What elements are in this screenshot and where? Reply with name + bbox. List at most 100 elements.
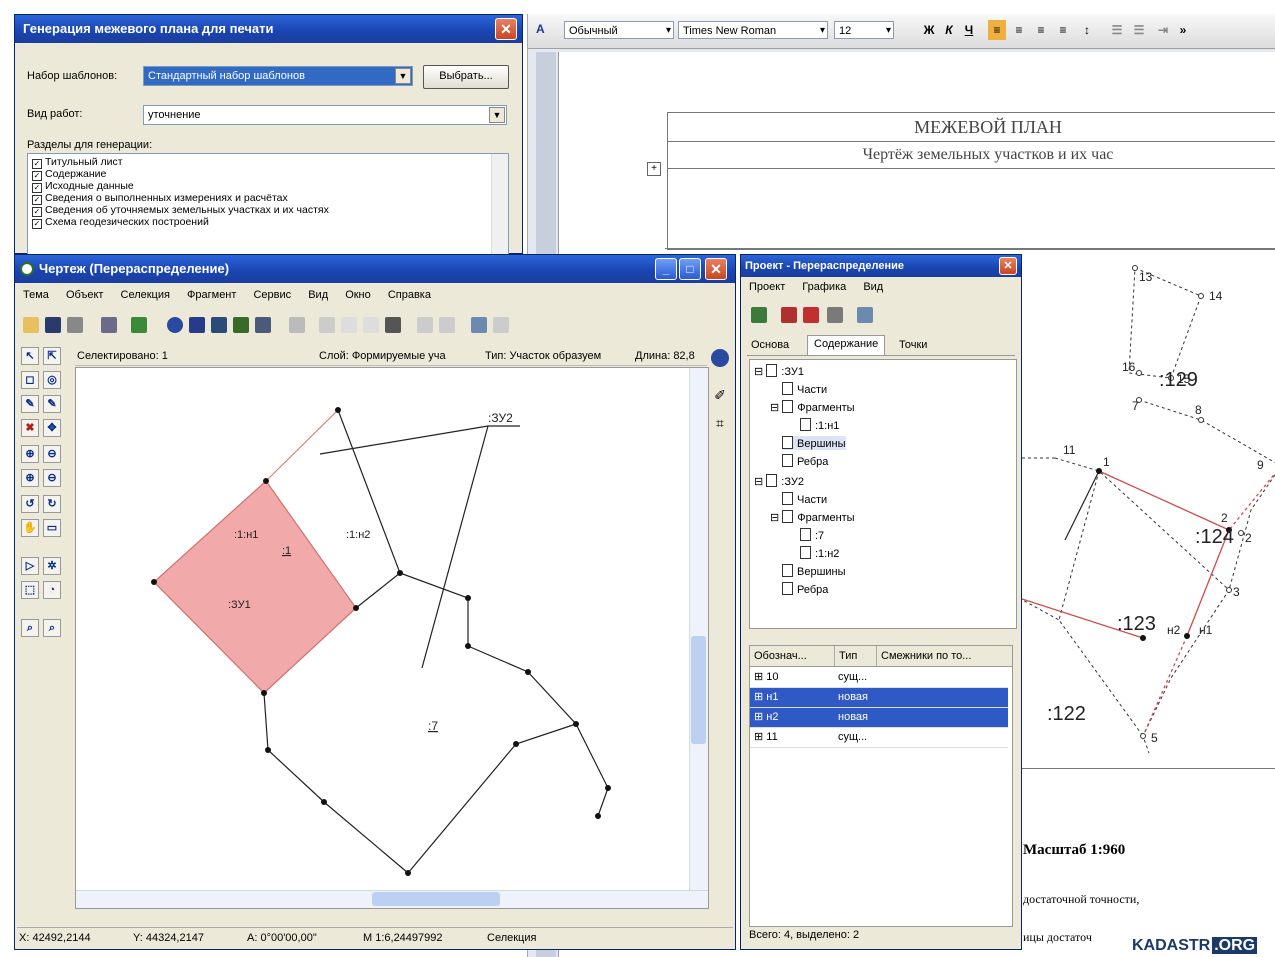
properties-icon[interactable] [101, 317, 117, 333]
more-icon[interactable]: » [1174, 20, 1192, 40]
align-right-icon[interactable]: ≡ [1032, 20, 1050, 40]
underline-button[interactable]: Ч [960, 20, 978, 40]
tree-item[interactable]: :1:н2 [800, 546, 839, 560]
font-select[interactable]: Times New Roman [678, 21, 828, 40]
search-layer-icon[interactable]: ⌕ [43, 619, 61, 637]
section-item[interactable]: ✓ Схема геодезических построений [32, 216, 209, 229]
styles-icon[interactable]: A [536, 22, 550, 38]
tree-item[interactable]: Ребра [782, 454, 828, 468]
maximize-icon[interactable]: □ [679, 258, 701, 280]
size-select[interactable]: 12 [834, 21, 894, 40]
indent-icon[interactable]: ⇥ [1154, 20, 1172, 40]
align-center-icon[interactable]: ≡ [1010, 20, 1028, 40]
tab-points[interactable]: Точки [899, 339, 927, 351]
project-tree[interactable]: ⊟ :ЗУ1 Части ⊟ Фрагменты :1:н1 Вершины Р… [749, 359, 1017, 629]
menu-view[interactable]: Вид [863, 281, 883, 293]
section-item[interactable]: ✓ Сведения об уточняемых земельных участк… [32, 204, 329, 217]
menu-object[interactable]: Объект [66, 289, 103, 301]
chevron-down-icon[interactable]: ▼ [395, 68, 411, 84]
grid-icon[interactable] [385, 317, 401, 333]
refresh-icon[interactable]: ↻ [43, 495, 61, 513]
section-item[interactable]: ✓ Содержание [32, 168, 106, 181]
close-icon[interactable]: ✕ [495, 18, 517, 40]
tool-disabled-icon[interactable] [289, 317, 305, 333]
filter-icon[interactable] [363, 317, 379, 333]
report-icon[interactable] [255, 317, 271, 333]
layers-icon[interactable] [131, 317, 147, 333]
select-icon[interactable]: ⇱ [43, 347, 61, 365]
search-icon[interactable]: ⌕ [21, 619, 39, 637]
polygon-icon[interactable]: ⬚ [21, 581, 39, 599]
chevron-down-icon[interactable]: ▼ [489, 107, 505, 123]
section-item[interactable]: ✓ Титульный лист [32, 156, 123, 169]
tab-content[interactable]: Содержание [807, 335, 886, 355]
tree-item[interactable]: ⊟ :ЗУ1 [754, 364, 804, 378]
tree-item[interactable]: Ребра [782, 582, 828, 596]
print-icon[interactable] [67, 317, 83, 333]
window-icon[interactable] [471, 317, 487, 333]
scroll-thumb[interactable] [372, 892, 500, 906]
menu-theme[interactable]: Тема [23, 289, 49, 301]
menu-project[interactable]: Проект [749, 281, 785, 293]
templates-select[interactable]: Стандартный набор шаблонов [143, 66, 413, 86]
remove-icon[interactable] [803, 307, 819, 323]
justify-icon[interactable]: ≡ [1054, 20, 1072, 40]
table-row[interactable]: ⊞ н2 новая [750, 708, 1008, 728]
info-icon[interactable] [167, 317, 183, 333]
tree-item[interactable]: Части [782, 382, 827, 396]
filter-icon[interactable] [341, 317, 357, 333]
undo-icon[interactable] [417, 317, 433, 333]
edit-icon[interactable] [751, 307, 767, 323]
redo-icon[interactable] [439, 317, 455, 333]
col-designation[interactable]: Обознач... [754, 646, 807, 666]
table-icon[interactable] [189, 317, 205, 333]
zoom-out-icon[interactable]: ⊖ [43, 445, 61, 463]
zoom-in-icon[interactable]: ⊕ [21, 445, 39, 463]
zoom-extent-icon[interactable]: ⊕ [21, 469, 39, 487]
fit-icon[interactable]: ▭ [43, 519, 61, 537]
arrow-icon[interactable]: ▷ [21, 557, 39, 575]
tree-item[interactable]: ⊟ :ЗУ2 [754, 474, 804, 488]
menu-help[interactable]: Справка [388, 289, 431, 301]
col-type[interactable]: Тип [834, 646, 857, 666]
navigator-icon[interactable] [711, 349, 729, 367]
menu-graphics[interactable]: Графика [802, 281, 846, 293]
menu-window[interactable]: Окно [345, 289, 371, 301]
move-icon[interactable]: ✥ [43, 419, 61, 437]
bold-button[interactable]: Ж [920, 20, 938, 40]
horizontal-scrollbar[interactable] [76, 890, 708, 908]
table-row[interactable]: ⊞ 11 сущ... [750, 728, 1008, 748]
export-icon[interactable] [211, 317, 227, 333]
open-icon[interactable] [23, 317, 39, 333]
col-neighbors[interactable]: Смежники по то... [876, 646, 971, 666]
vertical-scrollbar[interactable] [689, 368, 708, 891]
line-spacing-icon[interactable]: ↕ [1078, 20, 1096, 40]
work-select[interactable]: уточнение [143, 105, 507, 125]
tree-item[interactable]: Вершины [782, 564, 846, 578]
points-grid[interactable]: Обознач... Тип Смежники по то... ⊞ 10 су… [749, 645, 1013, 927]
window-icon[interactable] [493, 317, 509, 333]
drawing-canvas[interactable]: :ЗУ2 :1:н1 :1:н2 :1 :ЗУ1 :7 [75, 367, 709, 909]
table-row[interactable]: ⊞ н1 новая [750, 688, 1008, 708]
tree-item[interactable]: Части [782, 492, 827, 506]
undo-view-icon[interactable]: ↺ [21, 495, 39, 513]
import-icon[interactable] [233, 317, 249, 333]
close-icon[interactable]: ✕ [999, 257, 1017, 275]
close-icon[interactable]: ✕ [705, 258, 727, 280]
delete-icon[interactable]: ✖ [21, 419, 39, 437]
section-item[interactable]: ✓ Сведения о выполненных измерениях и рас… [32, 192, 288, 205]
bullets-icon[interactable]: ☰ [1130, 20, 1148, 40]
window-icon[interactable] [857, 307, 873, 323]
tree-item[interactable]: ⊟ Фрагменты [770, 400, 855, 414]
edit-icon[interactable]: ✎ [43, 395, 61, 413]
italic-button[interactable]: К [940, 20, 958, 40]
menu-selection[interactable]: Селекция [121, 289, 170, 301]
scroll-thumb[interactable] [691, 636, 706, 744]
tree-item[interactable]: :1:н1 [800, 418, 839, 432]
minimize-icon[interactable]: _ [655, 258, 677, 280]
save-icon[interactable] [45, 317, 61, 333]
table-row[interactable]: ⊞ 10 сущ... [750, 668, 1008, 688]
menu-service[interactable]: Сервис [253, 289, 291, 301]
settings-icon[interactable]: ✲ [43, 557, 61, 575]
style-select[interactable]: Обычный [564, 21, 674, 40]
